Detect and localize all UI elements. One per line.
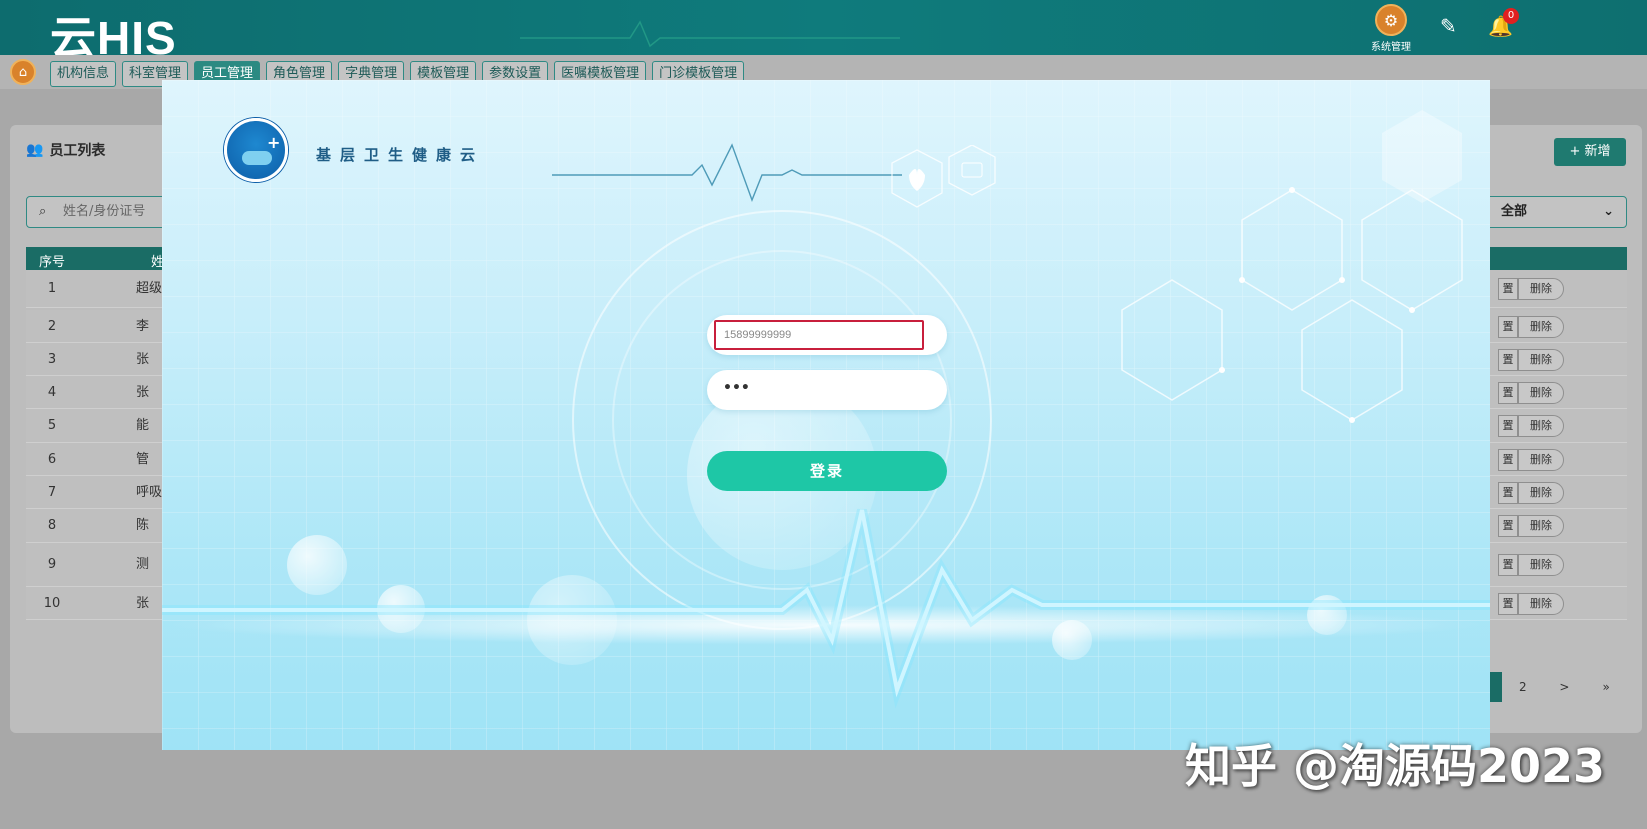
row-actions: 置删除 (1498, 415, 1564, 437)
pencil-icon[interactable]: ✎ (1440, 14, 1457, 38)
row-actions: 置删除 (1498, 381, 1564, 404)
row-actions: 置删除 (1498, 515, 1564, 537)
add-button[interactable]: + 新增 (1554, 138, 1626, 166)
login-modal: + 基层卫生健康云 15899999999 ••• 登录 (162, 80, 1490, 750)
row-actions: 置删除 (1498, 592, 1564, 615)
row-name: 能 (136, 418, 150, 433)
edit-button[interactable]: 置 (1498, 348, 1518, 371)
search-placeholder: 姓名/身份证号 (63, 204, 146, 219)
row-actions: 置删除 (1498, 448, 1564, 471)
gear-icon: ⚙ (1375, 4, 1407, 36)
delete-button[interactable]: 删除 (1518, 481, 1564, 504)
page-2[interactable]: 2 (1502, 672, 1544, 702)
slogan: 基层卫生健康云 (316, 146, 485, 164)
username-field[interactable]: 15899999999 (707, 315, 947, 355)
row-number: 9 (47, 557, 57, 572)
delete-button[interactable]: 删除 (1518, 592, 1564, 615)
edit-button[interactable]: 置 (1498, 448, 1518, 471)
pagination: 2 > » (1490, 672, 1627, 702)
row-number: 5 (47, 418, 57, 433)
delete-button[interactable]: 删除 (1518, 554, 1564, 576)
nav-tab[interactable]: 机构信息 (50, 61, 117, 87)
edit-button[interactable]: 置 (1498, 592, 1518, 615)
edit-button[interactable]: 置 (1498, 415, 1518, 437)
logo-emblem: + (224, 118, 288, 182)
watermark: 知乎 @淘源码2023 (1185, 739, 1606, 793)
row-number: 4 (47, 385, 57, 400)
row-actions: 置删除 (1498, 348, 1564, 371)
row-name: 管 (136, 452, 150, 467)
row-number: 3 (47, 352, 57, 367)
row-name: 张 (136, 352, 150, 367)
edit-button[interactable]: 置 (1498, 381, 1518, 404)
notification-badge: 0 (1503, 8, 1519, 24)
panel-title-text: 员工列表 (49, 143, 106, 159)
row-number: 1 (47, 281, 57, 296)
delete-button[interactable]: 删除 (1518, 415, 1564, 437)
status-filter-select[interactable]: 全部 ⌄ (1480, 196, 1627, 228)
row-actions: 置删除 (1498, 315, 1564, 338)
row-actions: 置删除 (1498, 554, 1564, 576)
row-name: 超级 (136, 281, 163, 296)
header-ecg-decoration (520, 20, 900, 48)
row-name: 李 (136, 319, 150, 334)
system-settings-button[interactable]: ⚙ 系统管理 (1366, 4, 1416, 53)
password-field[interactable]: ••• (707, 370, 947, 410)
system-settings-label: 系统管理 (1371, 42, 1411, 53)
row-actions: 置删除 (1498, 481, 1564, 504)
user-list-icon: 👥 (26, 142, 44, 158)
panel-title: 👥 员工列表 (26, 140, 105, 160)
row-name: 呼吸 (136, 485, 163, 500)
plus-icon: + (267, 133, 281, 152)
row-number: 7 (47, 485, 57, 500)
row-number: 6 (47, 452, 57, 467)
edit-button[interactable]: 置 (1498, 315, 1518, 338)
ecg-line-decoration (552, 143, 902, 202)
row-actions: 置删除 (1498, 278, 1564, 300)
delete-button[interactable]: 删除 (1518, 278, 1564, 300)
edit-button[interactable]: 置 (1498, 481, 1518, 504)
delete-button[interactable]: 删除 (1518, 515, 1564, 537)
next-page[interactable]: > (1544, 672, 1586, 702)
edit-button[interactable]: 置 (1498, 515, 1518, 537)
search-icon: ⌕ (39, 204, 47, 219)
delete-button[interactable]: 删除 (1518, 315, 1564, 338)
edit-button[interactable]: 置 (1498, 554, 1518, 576)
add-button-label: 新增 (1584, 144, 1611, 159)
top-header: 云HIS ⚙ 系统管理 ✎ 🔔 0 (0, 0, 1647, 64)
chevron-down-icon: ⌄ (1603, 204, 1614, 219)
row-name: 张 (136, 385, 150, 400)
row-number: 8 (47, 518, 57, 533)
home-icon[interactable]: ⌂ (10, 59, 36, 85)
hexagon-network-decoration (1121, 110, 1463, 423)
delete-button[interactable]: 删除 (1518, 381, 1564, 404)
filter-value: 全部 (1501, 204, 1528, 219)
last-page[interactable]: » (1585, 672, 1627, 702)
edit-button[interactable]: 置 (1498, 278, 1518, 300)
row-number: 10 (43, 596, 61, 611)
cloud-icon (242, 151, 272, 165)
row-name: 张 (136, 596, 150, 611)
heart-monitor-icon (891, 145, 996, 208)
row-name: 测 (136, 557, 150, 572)
row-number: 2 (47, 319, 57, 334)
login-button[interactable]: 登录 (707, 451, 947, 491)
heartbeat-pulse-decoration (162, 508, 1490, 709)
current-page[interactable] (1490, 672, 1502, 702)
username-input[interactable]: 15899999999 (714, 320, 924, 350)
delete-button[interactable]: 删除 (1518, 448, 1564, 471)
delete-button[interactable]: 删除 (1518, 348, 1564, 371)
row-name: 陈 (136, 518, 150, 533)
